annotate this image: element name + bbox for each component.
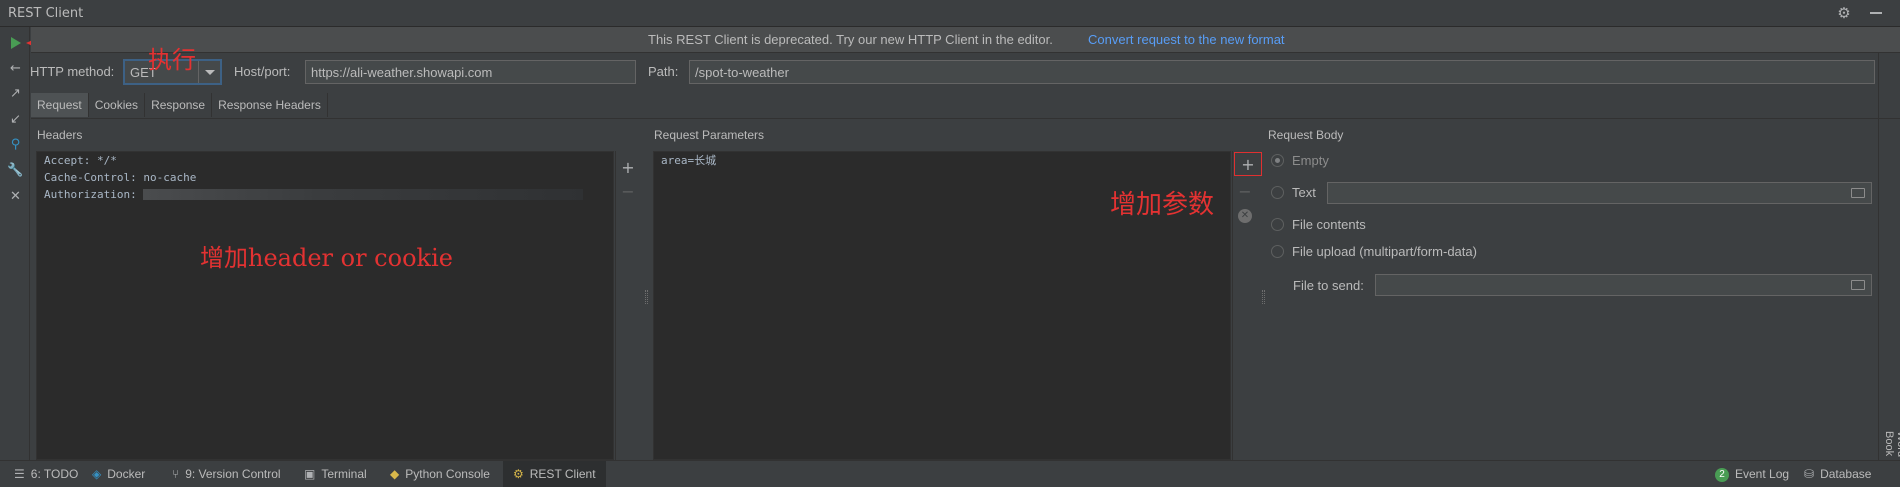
file-to-send-label: File to send:	[1293, 278, 1364, 293]
terminal-label: Terminal	[321, 467, 367, 481]
option-text-label: Text	[1292, 185, 1316, 200]
wrench-icon[interactable]: 🔧	[7, 162, 24, 179]
event-count-badge: 2	[1715, 467, 1729, 482]
python-console-tool[interactable]: ◆ Python Console	[390, 461, 490, 487]
annotation-execute: 执行	[148, 46, 196, 74]
chevron-down-icon[interactable]	[198, 61, 220, 83]
add-param-button[interactable]: +	[1234, 152, 1262, 176]
todo-label: 6: TODO	[30, 467, 79, 481]
branch-icon: ⑂	[172, 467, 180, 481]
version-control-tool[interactable]: ⑂ 9: Version Control	[172, 461, 281, 487]
banner-message: This REST Client is deprecated. Try our …	[648, 32, 1053, 47]
database-icon: ⛁	[1804, 467, 1815, 481]
database-tool[interactable]: ⛁ Database	[1804, 461, 1871, 487]
radio-file-upload[interactable]	[1271, 245, 1284, 258]
radio-text[interactable]	[1271, 186, 1284, 199]
redacted-value	[142, 189, 583, 200]
terminal-tool[interactable]: ▣ Terminal	[304, 461, 367, 487]
docker-tool[interactable]: ◈ Docker	[92, 461, 145, 487]
option-file-contents-label: File contents	[1292, 217, 1366, 232]
docker-label: Docker	[107, 467, 146, 481]
http-method-label: HTTP method:	[30, 64, 115, 79]
param-line: area=长城	[661, 154, 717, 167]
folder-icon[interactable]	[1851, 280, 1865, 290]
history-icon[interactable]: ⚲	[7, 136, 24, 153]
remove-param-button[interactable]: −	[1233, 179, 1257, 203]
headers-editor[interactable]: Accept: */* Cache-Control: no-cache Auth…	[36, 151, 614, 460]
tab-cookies[interactable]: Cookies	[89, 93, 146, 117]
python-icon: ◆	[390, 467, 400, 481]
header-line: Authorization:	[44, 188, 137, 201]
splitter-handle[interactable]	[1262, 290, 1265, 304]
minimize-icon[interactable]	[1870, 12, 1882, 14]
radio-file-contents[interactable]	[1271, 218, 1284, 231]
radio-empty[interactable]	[1271, 154, 1284, 167]
terminal-icon: ▣	[304, 467, 316, 481]
file-to-send-input[interactable]	[1375, 274, 1872, 296]
todo-tool[interactable]: ☰ 6: TODO	[14, 461, 78, 487]
back-arrow-icon[interactable]: ←	[7, 60, 24, 77]
event-log-label: Event Log	[1735, 467, 1790, 481]
python-label: Python Console	[405, 467, 490, 481]
option-file-upload-label: File upload (multipart/form-data)	[1292, 244, 1477, 259]
remove-header-button[interactable]: −	[616, 179, 640, 203]
annotation-add-param: 增加参数	[1110, 190, 1215, 220]
tab-request[interactable]: Request	[31, 93, 89, 117]
option-empty-label: Empty	[1292, 153, 1329, 168]
database-label: Database	[1820, 467, 1872, 481]
title-bar: REST Client ⚙	[0, 0, 1900, 27]
import-icon[interactable]: ↙	[7, 111, 24, 128]
path-label: Path:	[648, 64, 679, 79]
tab-response-headers[interactable]: Response Headers	[212, 93, 328, 117]
host-port-label: Host/port:	[234, 64, 291, 79]
header-line: Accept: */*	[44, 154, 117, 167]
splitter-handle[interactable]	[645, 290, 648, 304]
headers-side-toolbar: + −	[615, 151, 641, 460]
deprecation-banner: This REST Client is deprecated. Try our …	[31, 27, 1900, 53]
vcs-label: 9: Version Control	[185, 467, 281, 481]
clear-params-icon[interactable]: ✕	[1233, 204, 1257, 228]
window-title: REST Client	[8, 5, 84, 21]
tab-separator	[31, 118, 1900, 119]
path-input[interactable]	[689, 60, 1875, 84]
list-icon: ☰	[14, 467, 25, 481]
docker-icon: ◈	[92, 467, 102, 481]
add-header-button[interactable]: +	[616, 155, 640, 179]
gear-icon[interactable]: ⚙	[1836, 5, 1852, 21]
body-title: Request Body	[1268, 128, 1344, 142]
close-icon[interactable]: ✕	[7, 188, 24, 205]
export-icon[interactable]: ↗	[7, 85, 24, 102]
params-side-toolbar: + − ✕	[1232, 151, 1262, 460]
params-title: Request Parameters	[654, 128, 765, 142]
word-book-tab[interactable]: Word Book	[1883, 431, 1900, 460]
annotation-add-header: 增加header or cookie	[200, 244, 453, 272]
body-text-input[interactable]	[1327, 182, 1872, 204]
status-bar: ☰ 6: TODO ◈ Docker ⑂ 9: Version Control ▣ Te…	[0, 460, 1900, 487]
header-line: Cache-Control: no-cache	[44, 171, 197, 184]
tab-response[interactable]: Response	[145, 93, 213, 117]
host-port-input[interactable]	[305, 60, 636, 84]
rest-client-icon: ⚙	[513, 467, 524, 481]
right-tool-strip: Word Book	[1878, 53, 1900, 460]
rest-client-tool[interactable]: ⚙ REST Client	[503, 461, 606, 487]
headers-title: Headers	[37, 128, 83, 142]
event-log-tool[interactable]: 2 Event Log	[1715, 461, 1789, 487]
rest-label: REST Client	[529, 467, 596, 481]
left-toolbar: ← ↗ ↙ ⚲ 🔧 ✕	[0, 27, 30, 460]
request-tabs: Request Cookies Response Response Header…	[31, 93, 328, 117]
convert-request-link[interactable]: Convert request to the new format	[1088, 32, 1285, 47]
folder-icon[interactable]	[1851, 188, 1865, 198]
